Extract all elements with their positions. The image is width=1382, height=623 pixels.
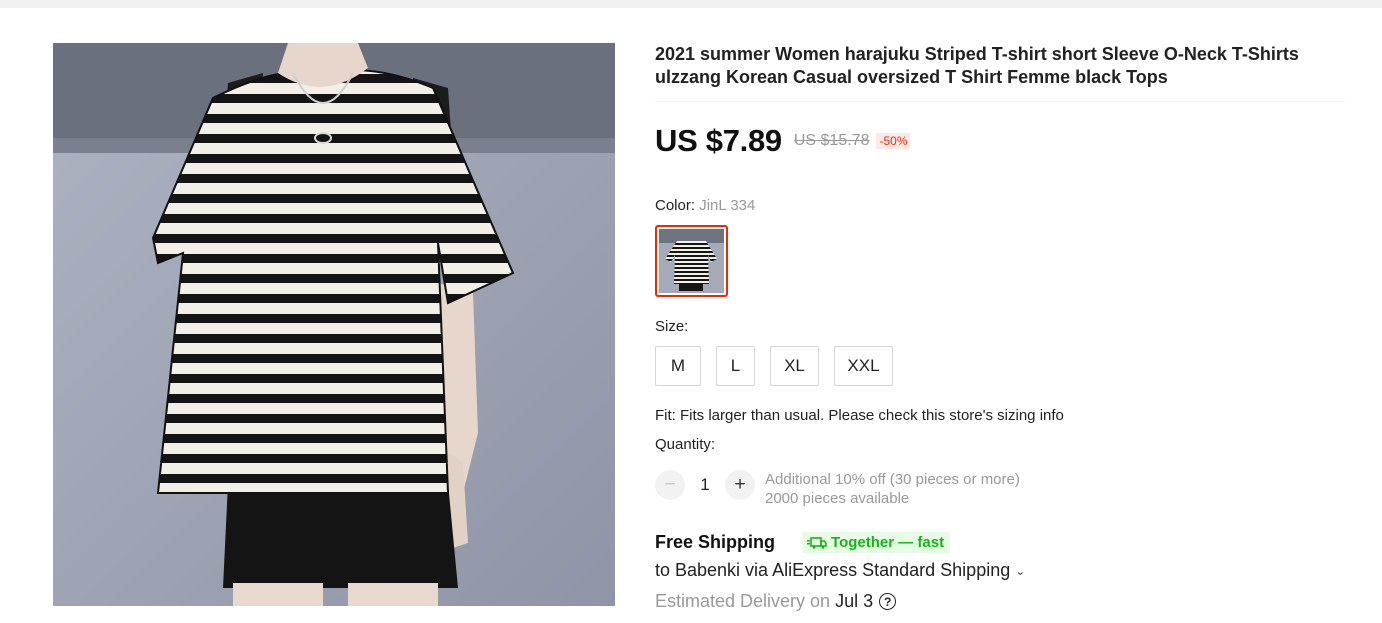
product-main-image[interactable] [53,43,615,606]
product-info-panel: 2021 summer Women harajuku Striped T-shi… [655,43,1345,611]
estimated-delivery-label: Estimated Delivery on [655,591,831,611]
stock-available-note: 2000 pieces available [765,490,910,507]
fit-info: Fit: Fits larger than usual. Please chec… [655,407,1064,424]
together-fast-label: Together — fast [831,534,945,551]
color-label: Color: JinL 334 [655,197,755,214]
size-option-xxl[interactable]: XXL [834,346,893,386]
color-swatch-jinl-334[interactable] [655,225,728,297]
chevron-down-icon: ⌄ [1015,563,1026,578]
size-option-l[interactable]: L [716,346,755,386]
estimated-delivery-date: Jul 3 [835,591,874,611]
original-price: US $15.78 [793,132,870,149]
color-label-text: Color: [655,197,696,214]
current-price: US $7.89 [655,123,782,158]
size-option-xl[interactable]: XL [770,346,819,386]
quantity-decrease-button[interactable]: − [655,470,685,500]
shipping-row: Free Shipping Together — fast [655,532,951,553]
quantity-stepper: − 1 + Additional 10% off (30 pieces or m… [655,470,1020,508]
top-bar [0,0,1382,8]
shipping-method-selector[interactable]: to Babenki via AliExpress Standard Shipp… [655,560,1025,581]
price-row: US $7.89 US $15.78 -50% [655,123,911,159]
question-circle-icon[interactable]: ? [879,593,897,610]
quantity-label: Quantity: [655,436,716,453]
free-shipping-title: Free Shipping [655,532,776,552]
color-swatch-thumbnail [659,229,724,293]
quantity-notes: Additional 10% off (30 pieces or more) 2… [765,470,1020,508]
size-option-m[interactable]: M [655,346,701,386]
quantity-value[interactable]: 1 [685,470,725,500]
delivery-truck-icon [807,536,827,549]
size-label: Size: [655,318,689,335]
shipping-method-text: to Babenki via AliExpress Standard Shipp… [655,560,1011,580]
quantity-increase-button[interactable]: + [725,470,755,500]
discount-badge: -50% [876,133,911,149]
bulk-discount-note: Additional 10% off (30 pieces or more) [765,471,1020,488]
color-selected-value: JinL 334 [699,197,756,214]
product-title: 2021 summer Women harajuku Striped T-shi… [655,44,1299,87]
title-divider [655,101,1345,102]
together-fast-badge: Together — fast [802,532,951,553]
estimated-delivery: Estimated Delivery on Jul 3 ? [655,591,897,612]
size-options: M L XL XXL [655,346,908,386]
